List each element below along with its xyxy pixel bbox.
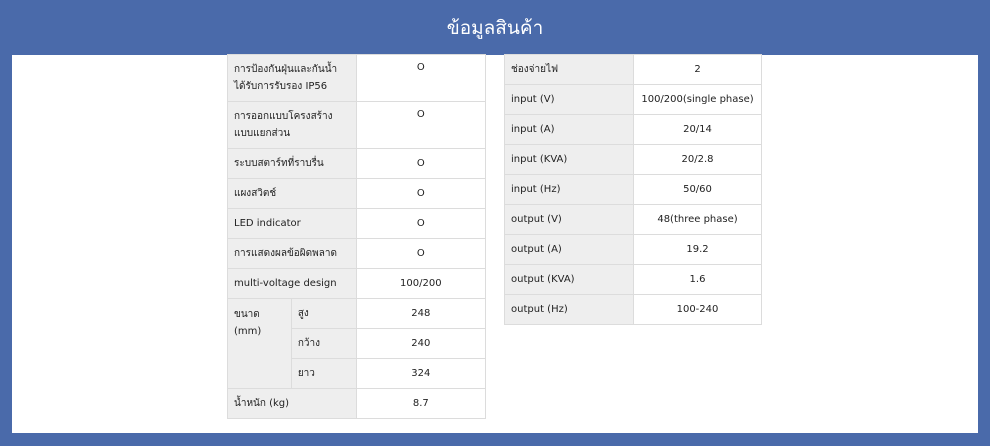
table-row: การแสดงผลข้อผิดพลาด O <box>227 238 487 269</box>
row-value: 19.2 <box>633 234 762 265</box>
row-value: 8.7 <box>355 388 487 419</box>
row-label: output (V) <box>504 204 634 235</box>
row-label: output (Hz) <box>504 294 634 325</box>
row-label: การออกแบบโครงสร้างแบบแยกส่วน <box>227 101 357 149</box>
row-label: แผงสวิตช์ <box>227 178 357 209</box>
row-value: 248 <box>355 298 487 329</box>
page-title: ข้อมูลสินค้า <box>446 16 544 39</box>
row-label: การแสดงผลข้อผิดพลาด <box>227 238 357 269</box>
size-group-label: ขนาด (mm) <box>227 298 292 389</box>
row-value: 324 <box>355 358 487 389</box>
row-label: น้ำหนัก (kg) <box>227 388 357 419</box>
row-value: 20/2.8 <box>633 144 762 175</box>
row-value: 2 <box>633 54 762 85</box>
header-bar: ข้อมูลสินค้า <box>0 0 990 55</box>
row-label: input (A) <box>504 114 634 145</box>
row-label: output (A) <box>504 234 634 265</box>
table-row: แผงสวิตช์ O <box>227 178 487 209</box>
row-label: การป้องกันฝุ่นและกันน้ำ ได้รับการรับรอง … <box>227 54 357 102</box>
table-row: input (KVA) 20/2.8 <box>504 144 762 175</box>
spec-panel: การป้องกันฝุ่นและกันน้ำ ได้รับการรับรอง … <box>12 54 978 433</box>
row-label: input (KVA) <box>504 144 634 175</box>
row-label: ระบบสตาร์ทที่ราบรื่น <box>227 148 357 179</box>
row-label: ยาว <box>290 358 357 389</box>
row-value: 100-240 <box>633 294 762 325</box>
table-row: output (Hz) 100-240 <box>504 294 762 325</box>
table-row: ระบบสตาร์ทที่ราบรื่น O <box>227 148 487 179</box>
table-row: ขนาด (mm) สูง 248 <box>227 298 487 389</box>
row-value: O <box>355 101 487 149</box>
row-label: ช่องจ่ายไฟ <box>504 54 634 85</box>
row-value: 50/60 <box>633 174 762 205</box>
table-row: การออกแบบโครงสร้างแบบแยกส่วน O <box>227 101 487 149</box>
row-value: 48(three phase) <box>633 204 762 235</box>
row-label: กว้าง <box>290 328 357 359</box>
row-value: O <box>355 54 487 102</box>
table-row: LED indicator O <box>227 208 487 239</box>
row-value: 240 <box>355 328 487 359</box>
row-value: O <box>355 148 487 179</box>
table-row: ช่องจ่ายไฟ 2 <box>504 54 762 85</box>
row-value: O <box>355 208 487 239</box>
row-label: output (KVA) <box>504 264 634 295</box>
row-value: O <box>355 238 487 269</box>
row-value: 100/200(single phase) <box>633 84 762 115</box>
row-label: LED indicator <box>227 208 357 239</box>
row-value: O <box>355 178 487 209</box>
row-label: multi-voltage design <box>227 268 357 299</box>
table-row: น้ำหนัก (kg) 8.7 <box>227 388 487 419</box>
table-row: input (V) 100/200(single phase) <box>504 84 762 115</box>
row-label: input (V) <box>504 84 634 115</box>
row-label: input (Hz) <box>504 174 634 205</box>
row-label: สูง <box>290 298 357 329</box>
spec-table-right: ช่องจ่ายไฟ 2 input (V) 100/200(single ph… <box>504 54 762 325</box>
row-value: 20/14 <box>633 114 762 145</box>
table-row: output (KVA) 1.6 <box>504 264 762 295</box>
table-row: input (A) 20/14 <box>504 114 762 145</box>
table-row: multi-voltage design 100/200 <box>227 268 487 299</box>
row-value: 100/200 <box>355 268 487 299</box>
table-row: input (Hz) 50/60 <box>504 174 762 205</box>
table-row: การป้องกันฝุ่นและกันน้ำ ได้รับการรับรอง … <box>227 54 487 102</box>
row-value: 1.6 <box>633 264 762 295</box>
spec-table-left: การป้องกันฝุ่นและกันน้ำ ได้รับการรับรอง … <box>227 54 487 419</box>
table-row: output (A) 19.2 <box>504 234 762 265</box>
table-row: output (V) 48(three phase) <box>504 204 762 235</box>
